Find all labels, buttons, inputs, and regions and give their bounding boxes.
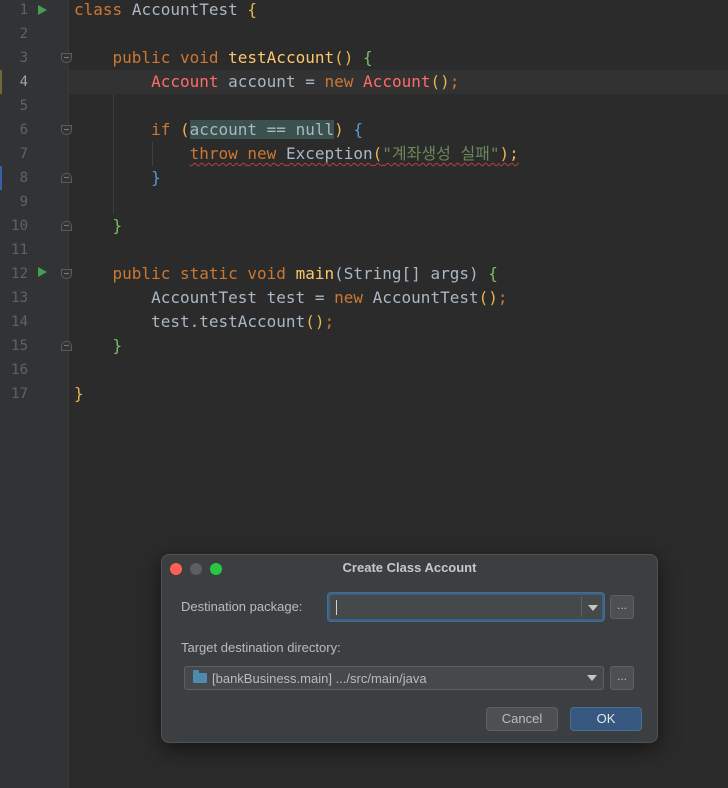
token-brace: { — [363, 48, 373, 67]
token-string: "계좌생성 실패" — [382, 144, 500, 163]
code-line-4: Account account = new Account(); — [74, 70, 459, 94]
token-keyword: new — [324, 72, 354, 91]
token-semicolon: ; — [449, 72, 460, 91]
token-brace: { — [488, 264, 498, 283]
run-main-icon[interactable] — [38, 267, 47, 277]
editor-gutter: 1 2 3 4 5 6 7 8 9 10 11 12 13 14 15 16 1… — [0, 0, 72, 788]
code-line-7: throw new Exception("계좌생성 실패"); — [74, 142, 519, 166]
target-directory-combo[interactable]: [bankBusiness.main] .../src/main/java — [184, 666, 604, 690]
line-number: 3 — [19, 50, 28, 66]
line-number: 4 — [19, 74, 28, 90]
line-number: 17 — [11, 386, 28, 402]
token-keyword: public — [112, 264, 171, 283]
line-number: 11 — [11, 242, 28, 258]
token-semicolon: ; — [324, 312, 335, 331]
token-method: main — [295, 264, 335, 283]
token-keyword: public — [112, 48, 171, 67]
token-paren: ( — [179, 120, 190, 139]
token-keyword: new — [334, 288, 363, 307]
token-operator: = — [305, 72, 315, 91]
token-brace: { — [247, 0, 258, 19]
code-line-1: class AccountTest { — [74, 0, 257, 22]
code-line-10: } — [74, 214, 123, 238]
token-keyword: throw — [189, 144, 238, 163]
token-class-name: AccountTest — [131, 0, 238, 19]
token-class-name: AccountTest — [372, 288, 479, 307]
line-number: 16 — [11, 362, 28, 378]
token-paren: ) — [334, 120, 344, 139]
token-brace: } — [74, 384, 84, 403]
line-number: 13 — [11, 290, 28, 306]
token-params: (String[] args) — [334, 264, 479, 283]
token-parens: () — [430, 72, 450, 91]
token-parens: () — [305, 312, 325, 331]
token-paren-semi: ); — [499, 144, 519, 163]
line-number: 9 — [19, 194, 28, 210]
line-number: 8 — [19, 170, 28, 186]
line-number: 1 — [19, 2, 28, 18]
line-number: 2 — [19, 26, 28, 42]
token-brace: { — [353, 120, 364, 139]
token-exception: Exception — [285, 144, 373, 163]
folder-icon — [193, 670, 207, 683]
token-keyword: if — [151, 120, 171, 139]
browse-package-button[interactable]: ... — [610, 595, 634, 619]
token-unresolved-type: Account — [363, 72, 431, 91]
token-parens: () — [334, 48, 354, 67]
dialog-titlebar: Create Class Account — [162, 555, 657, 581]
token-unresolved-type: Account — [151, 72, 219, 91]
token-keyword: class — [74, 0, 123, 19]
line-number: 14 — [11, 314, 28, 330]
destination-package-input[interactable] — [336, 596, 578, 616]
token-brace: } — [112, 216, 123, 235]
line-number: 15 — [11, 338, 28, 354]
combo-separator — [581, 597, 582, 617]
token-statement: AccountTest test = — [151, 288, 335, 307]
cancel-button[interactable]: Cancel — [486, 707, 558, 731]
token-condition: account == null — [189, 120, 335, 139]
ok-button[interactable]: OK — [570, 707, 642, 731]
token-parens: () — [478, 288, 498, 307]
token-keyword: void — [247, 264, 286, 283]
target-directory-value: [bankBusiness.main] .../src/main/java — [212, 671, 427, 686]
token-brace: } — [151, 168, 161, 187]
code-line-3: public void testAccount() { — [74, 46, 373, 70]
dialog-title: Create Class Account — [342, 560, 477, 575]
token-keyword: void — [179, 48, 219, 67]
code-line-8: } — [74, 166, 161, 190]
destination-package-combo[interactable] — [328, 593, 604, 621]
line-number: 6 — [19, 122, 28, 138]
code-line-6: if (account == null) { — [74, 118, 363, 142]
target-directory-label: Target destination directory: — [181, 640, 341, 655]
text-caret — [336, 600, 337, 615]
run-class-icon[interactable] — [38, 5, 47, 15]
line-number: 12 — [11, 266, 28, 282]
destination-package-label: Destination package: — [181, 599, 303, 614]
code-line-15: } — [74, 334, 123, 358]
token-keyword: new — [247, 144, 277, 163]
code-line-13: AccountTest test = new AccountTest(); — [74, 286, 508, 310]
browse-directory-button[interactable]: ... — [610, 666, 634, 690]
chevron-down-icon[interactable] — [588, 605, 598, 611]
chevron-down-icon[interactable] — [587, 675, 597, 681]
create-class-dialog: Create Class Account Destination package… — [161, 554, 658, 743]
line-number: 7 — [19, 146, 28, 162]
code-line-14: test.testAccount(); — [74, 310, 334, 334]
modified-line-marker — [0, 70, 2, 94]
code-line-17: } — [74, 382, 84, 406]
token-brace: } — [112, 336, 123, 355]
code-line-12: public static void main(String[] args) { — [74, 262, 498, 286]
change-marker — [0, 166, 2, 190]
token-paren: ( — [372, 144, 383, 163]
token-keyword: static — [179, 264, 238, 283]
token-method: testAccount — [228, 48, 335, 67]
token-semicolon: ; — [497, 288, 508, 307]
line-number: 10 — [11, 218, 28, 234]
token-statement: test.testAccount — [151, 312, 306, 331]
token-variable: account — [228, 72, 296, 91]
line-number: 5 — [19, 98, 28, 114]
